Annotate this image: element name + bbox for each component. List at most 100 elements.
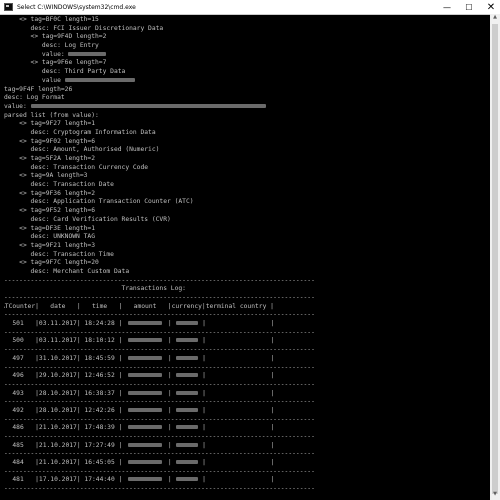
table-row[interactable]: 485 |21.10.2017| 17:27:49 | | | | xyxy=(4,442,486,451)
table-row[interactable]: 492 |28.10.2017| 12:42:26 | | | | xyxy=(4,407,486,416)
title-bar[interactable]: Select C:\WINDOWS\system32\cmd.exe — ☐ ✕ xyxy=(0,0,500,15)
console-line-text: desc: UNKNOWN TAG xyxy=(4,233,95,241)
console-line-text: <> tag=5F2A length=2 xyxy=(4,155,95,162)
table-row[interactable]: 501 |03.11.2017| 18:24:28 | | | | xyxy=(4,320,486,329)
table-separator: ----------------------------------------… xyxy=(4,468,486,477)
redacted-currency xyxy=(175,355,198,360)
table-separator-text: ----------------------------------------… xyxy=(4,311,315,319)
console-line-text: desc: Third Party Data xyxy=(4,68,126,76)
table-row[interactable]: 493 |28.10.2017| 16:38:37 | | | | xyxy=(4,390,486,399)
redacted-currency xyxy=(175,373,198,378)
redacted-currency xyxy=(175,442,198,447)
console-line-text: <> tag=9F02 length=6 xyxy=(4,137,95,145)
console-line: <> tag=9F36 length=2 xyxy=(4,190,486,199)
redacted-amount xyxy=(128,390,163,395)
console-line: <> tag=9F27 length=1 xyxy=(4,120,486,129)
console-line: tag=9F4F length=26 xyxy=(4,86,486,95)
close-button[interactable]: ✕ xyxy=(480,0,500,14)
console-line: <> tag=9F4D length=2 xyxy=(4,33,486,42)
console-line: <> tag=9F52 length=6 xyxy=(4,207,486,216)
console-line-text: <> tag=9F21 length=3 xyxy=(4,241,95,249)
redacted-currency xyxy=(175,425,198,430)
table-row[interactable]: 481 |17.10.2017| 17:44:40 | | | | xyxy=(4,476,486,485)
console-line-text: <> tag=BF0C length=15 xyxy=(4,16,99,23)
console-line: <> tag=DF3E length=1 xyxy=(4,225,486,234)
table-row[interactable]: 484 |21.10.2017| 16:45:05 | | | | xyxy=(4,459,486,468)
table-separator-text: ----------------------------------------… xyxy=(4,294,315,301)
table-separator: ----------------------------------------… xyxy=(4,346,486,355)
console-line-text: desc: Application Transaction Counter (A… xyxy=(4,198,194,206)
console-line-text: desc: Log Format xyxy=(4,94,65,102)
transactions-title-text: Transactions Log: xyxy=(4,285,186,293)
console-line: desc: Merchant Custom Data xyxy=(4,268,486,277)
table-separator: ----------------------------------------… xyxy=(4,485,486,494)
console-line-text: <> tag=9F6e length=7 xyxy=(4,59,107,67)
console-line: parsed list (from value): xyxy=(4,112,486,121)
console-line-text: desc: Card Verification Results (CVR) xyxy=(4,215,171,223)
console-line: <> tag=BF0C length=15 xyxy=(4,16,486,25)
window-title: Select C:\WINDOWS\system32\cmd.exe xyxy=(17,3,136,11)
console-line-text: <> tag=9F7C length=20 xyxy=(4,259,99,267)
table-separator-text: ----------------------------------------… xyxy=(4,363,315,371)
redacted-amount xyxy=(128,460,163,465)
redacted-currency xyxy=(175,321,198,326)
table-separator: ----------------------------------------… xyxy=(4,381,486,390)
console-line: desc: UNKNOWN TAG xyxy=(4,233,486,242)
console-line-text: <> tag=9F36 length=2 xyxy=(4,189,95,197)
console-line: <> tag=5F2A length=2 xyxy=(4,155,486,164)
table-separator: ----------------------------------------… xyxy=(4,398,486,407)
table-separator: ----------------------------------------… xyxy=(4,433,486,442)
console-line: <> tag=9F21 length=3 xyxy=(4,242,486,251)
maximize-button[interactable]: ☐ xyxy=(458,0,480,14)
table-separator-text: ----------------------------------------… xyxy=(4,450,315,458)
redacted-currency xyxy=(175,460,198,465)
redacted-currency xyxy=(175,407,198,412)
table-row[interactable]: 500 |03.11.2017| 18:10:12 | | | | xyxy=(4,337,486,346)
console-line-text: desc: Transaction Date xyxy=(4,181,114,189)
scroll-up-arrow-icon[interactable]: ▲ xyxy=(490,14,500,23)
table-row[interactable]: 497 |31.10.2017| 18:45:59 | | | | xyxy=(4,355,486,364)
console-line-text: parsed list (from value): xyxy=(4,111,99,119)
table-separator-text: ----------------------------------------… xyxy=(4,415,315,423)
cmd-app-icon xyxy=(4,3,13,11)
redacted-value xyxy=(64,77,135,82)
scroll-down-arrow-icon[interactable]: ▼ xyxy=(490,491,500,500)
table-separator: ----------------------------------------… xyxy=(4,450,486,459)
redacted-value xyxy=(30,103,266,108)
console-line: desc: Amount, Authorised (Numeric) xyxy=(4,146,486,155)
minimize-button[interactable]: — xyxy=(436,0,458,14)
console-line-text: value: xyxy=(4,50,69,58)
redacted-amount xyxy=(128,442,163,447)
console-line-text: desc: Transaction Currency Code xyxy=(4,163,149,171)
vertical-scrollbar[interactable]: ▲ ▼ xyxy=(490,14,500,500)
console-line: desc: Third Party Data xyxy=(4,68,486,77)
cmd-window: Select C:\WINDOWS\system32\cmd.exe — ☐ ✕… xyxy=(0,0,500,500)
redacted-currency xyxy=(175,338,198,343)
table-header-row: ATCounter| date | time | amount |currenc… xyxy=(4,302,274,310)
table-separator-text: ----------------------------------------… xyxy=(4,433,315,440)
console-line-text: <> tag=9A length=3 xyxy=(4,172,88,180)
table-separator: ----------------------------------------… xyxy=(4,277,486,286)
console-line-text: <> tag=DF3E length=1 xyxy=(4,224,95,232)
table-row[interactable]: 496 |29.10.2017| 12:46:52 | | | | xyxy=(4,372,486,381)
console-line-text: <> tag=9F52 length=6 xyxy=(4,207,95,215)
console-line: <> tag=9F02 length=6 xyxy=(4,138,486,147)
console-line: value: xyxy=(4,51,486,60)
console-line: desc: Cryptogram Information Data xyxy=(4,129,486,138)
redacted-currency xyxy=(175,477,198,482)
console-line-text: value: xyxy=(4,102,31,110)
table-row[interactable]: 486 |21.10.2017| 17:48:39 | | | | xyxy=(4,424,486,433)
table-separator-text: ----------------------------------------… xyxy=(4,380,315,388)
redacted-amount xyxy=(128,321,163,326)
console-line-text: <> tag=9F27 length=1 xyxy=(4,120,95,128)
console-line: <> tag=9A length=3 xyxy=(4,172,486,181)
transactions-title: Transactions Log: xyxy=(4,285,486,294)
scroll-thumb[interactable] xyxy=(492,24,498,494)
redacted-amount xyxy=(128,355,163,360)
console-output[interactable]: <> tag=BF0C length=15 desc: FCI Issuer D… xyxy=(4,16,486,500)
console-line: desc: Transaction Date xyxy=(4,181,486,190)
redacted-amount xyxy=(128,373,163,378)
table-separator: ----------------------------------------… xyxy=(4,364,486,373)
console-line-text: desc: Amount, Authorised (Numeric) xyxy=(4,146,160,154)
console-line: desc: FCI Issuer Discretionary Data xyxy=(4,25,486,34)
